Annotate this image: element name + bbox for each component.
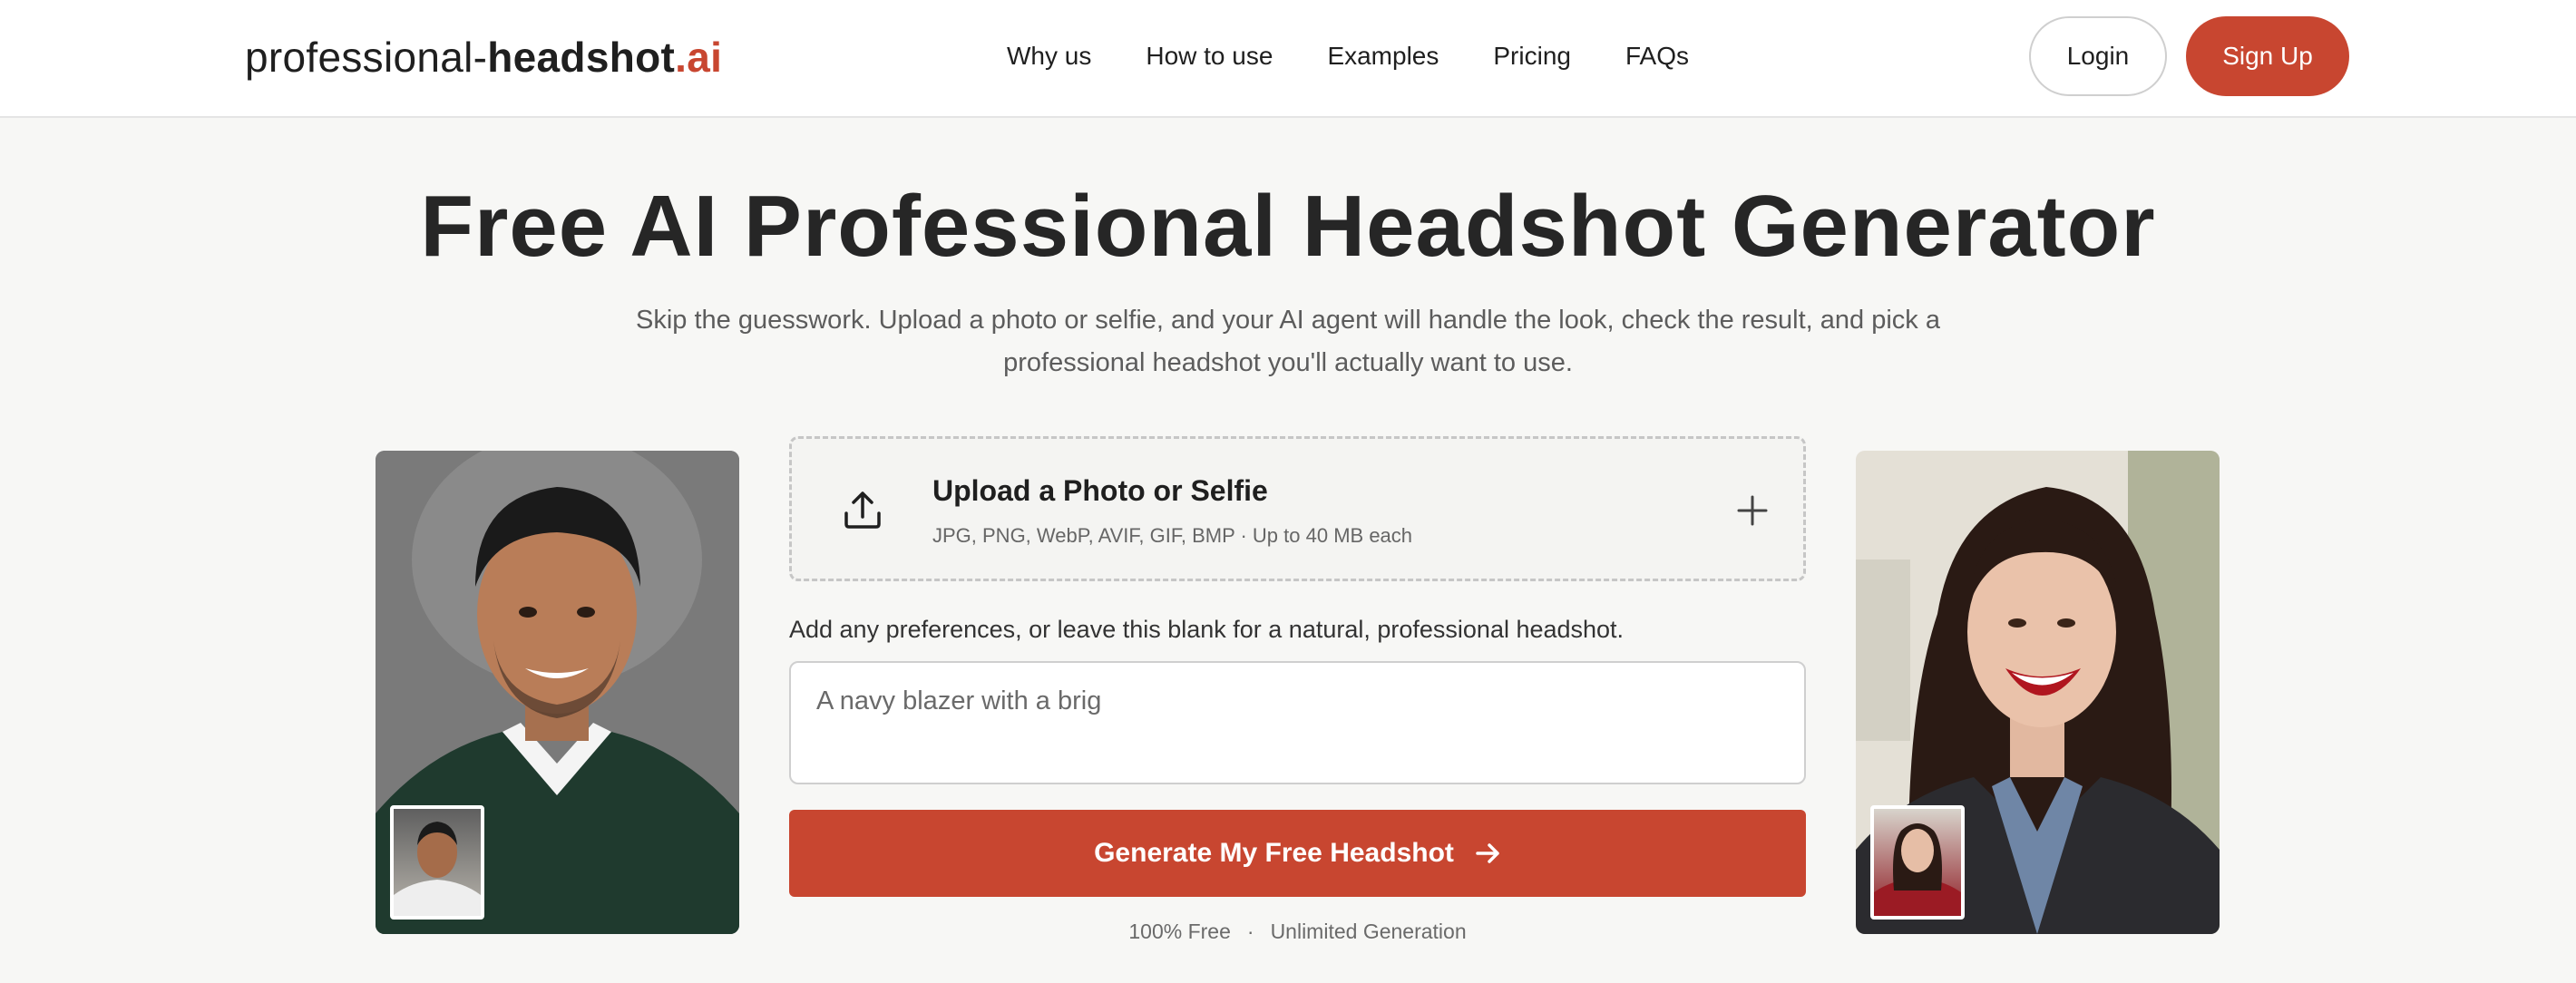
login-button[interactable]: Login [2029, 16, 2167, 96]
source-selfie-thumbnail [390, 805, 484, 920]
footnote-separator: · [1246, 920, 1254, 943]
signup-button[interactable]: Sign Up [2186, 16, 2349, 96]
woman-selfie-illustration [1874, 823, 1961, 916]
footnote-free: 100% Free [1128, 920, 1231, 943]
footnote-unlimited: Unlimited Generation [1270, 920, 1467, 943]
example-headshot-man [376, 451, 739, 934]
photo-upload-dropzone[interactable]: Upload a Photo or Selfie JPG, PNG, WebP,… [789, 436, 1806, 581]
logo-text-suffix: .ai [675, 34, 723, 81]
arrow-right-icon [1476, 843, 1499, 863]
upload-icon [844, 492, 881, 529]
site-header: professional-headshot.ai Why us How to u… [0, 0, 2576, 118]
preferences-input[interactable]: A navy blazer with a brig [789, 661, 1806, 784]
generate-button-label: Generate My Free Headshot [1094, 838, 1454, 868]
plus-icon[interactable] [1735, 493, 1770, 528]
nav-link-pricing[interactable]: Pricing [1493, 38, 1571, 74]
man-selfie-illustration [394, 822, 481, 916]
nav-link-faqs[interactable]: FAQs [1625, 38, 1689, 74]
page-title: Free AI Professional Headshot Generator [420, 178, 2156, 275]
nav-link-how-to-use[interactable]: How to use [1146, 38, 1273, 74]
logo-text-prefix: professional- [245, 34, 488, 81]
site-logo[interactable]: professional-headshot.ai [245, 33, 722, 82]
preferences-label: Add any preferences, or leave this blank… [789, 616, 1625, 643]
source-selfie-thumbnail [1870, 805, 1965, 920]
main-nav: Why us How to use Examples Pricing FAQs [1007, 38, 1689, 74]
nav-link-examples[interactable]: Examples [1327, 38, 1439, 74]
logo-text-main: headshot [487, 34, 676, 81]
example-headshot-woman [1856, 451, 2220, 934]
page-subtitle: Skip the guesswork. Upload a photo or se… [636, 306, 1940, 377]
feature-footnote: 100% Free · Unlimited Generation [789, 917, 1806, 946]
nav-link-why-us[interactable]: Why us [1007, 38, 1091, 74]
generate-headshot-button[interactable]: Generate My Free Headshot [789, 810, 1806, 897]
upload-formats: JPG, PNG, WebP, AVIF, GIF, BMP · Up to 4… [932, 524, 1413, 547]
upload-title: Upload a Photo or Selfie [932, 474, 1268, 507]
